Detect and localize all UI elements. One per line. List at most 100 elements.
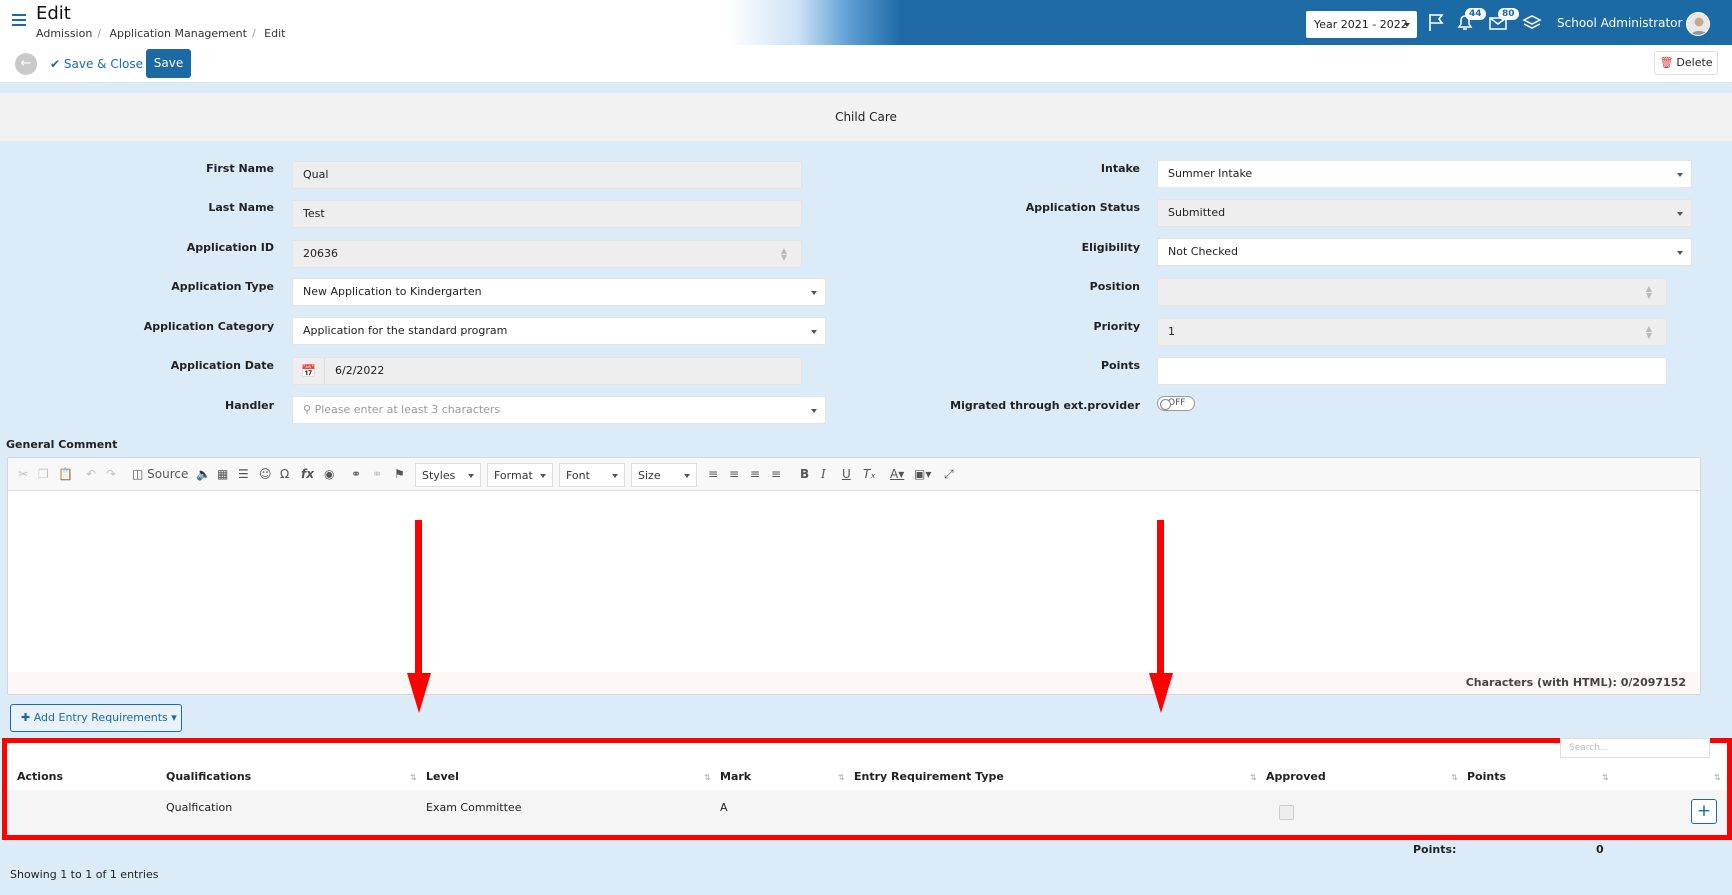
migrated-toggle[interactable]: OFF: [1157, 396, 1195, 411]
hamburger-menu-icon[interactable]: [12, 14, 26, 26]
points-label: Points: [1100, 359, 1140, 372]
points-total-label: Points:: [1413, 843, 1457, 856]
clear-format-icon[interactable]: Tₓ: [863, 467, 876, 481]
envelope-icon[interactable]: 80: [1488, 8, 1519, 32]
column-header-actions[interactable]: Actions: [17, 770, 63, 783]
spinner-icon[interactable]: ▲ ▼: [1646, 325, 1652, 340]
add-entry-requirements-button[interactable]: ✚ Add Entry Requirements ▾: [10, 704, 182, 732]
link-icon[interactable]: ⚭: [351, 467, 361, 481]
styles-select[interactable]: Styles: [415, 463, 481, 487]
first-name-field[interactable]: Qual: [292, 161, 802, 189]
points-field[interactable]: [1157, 357, 1667, 385]
size-label: Size: [638, 469, 661, 482]
cell-level: Exam Committee: [426, 801, 522, 814]
styles-label: Styles: [422, 469, 456, 482]
application-type-select[interactable]: New Application to Kindergarten: [292, 278, 826, 306]
maximize-icon[interactable]: ⤢: [944, 467, 954, 482]
undo-icon[interactable]: ↶: [86, 467, 96, 481]
user-menu[interactable]: School Administrator: [1557, 16, 1693, 30]
eligibility-select[interactable]: Not Checked: [1157, 238, 1692, 266]
action-toolbar: ← ✔ Save & Close Save 🗑 Delete: [0, 45, 1732, 83]
text-color-icon[interactable]: A▾: [890, 467, 904, 481]
table-search-input[interactable]: Search...: [1560, 738, 1710, 758]
points-total-value: 0: [1596, 843, 1604, 856]
application-id-field[interactable]: 20636 ▲ ▼: [292, 240, 802, 268]
speaker-icon[interactable]: 🔈: [196, 467, 211, 481]
column-header-qualifications[interactable]: Qualifications: [166, 770, 251, 783]
redo-icon[interactable]: ↷: [106, 467, 116, 481]
save-button[interactable]: Save: [146, 49, 191, 78]
column-header-level[interactable]: Level: [426, 770, 459, 783]
italic-icon[interactable]: I: [821, 467, 826, 481]
globe-icon[interactable]: ◉: [324, 467, 334, 481]
column-header-entry-requirement-type[interactable]: Entry Requirement Type: [854, 770, 1004, 783]
underline-icon[interactable]: U: [842, 467, 851, 481]
font-select[interactable]: Font: [559, 463, 625, 487]
calendar-icon[interactable]: 📅: [293, 358, 325, 384]
priority-field[interactable]: 1 ▲ ▼: [1157, 318, 1667, 346]
sort-icon[interactable]: ⇅: [1714, 773, 1721, 782]
bell-icon[interactable]: 44: [1455, 8, 1486, 32]
handler-placeholder: Please enter at least 3 characters: [314, 403, 501, 416]
omega-icon[interactable]: Ω: [280, 467, 289, 481]
flag-icon[interactable]: [1427, 12, 1449, 32]
breadcrumb-admission[interactable]: Admission: [36, 27, 92, 40]
spinner-icon[interactable]: ▲ ▼: [781, 247, 787, 262]
breadcrumb-edit: Edit: [264, 27, 286, 40]
table-icon[interactable]: ▦: [217, 467, 228, 481]
sort-icon[interactable]: ⇅: [1451, 773, 1458, 782]
anchor-flag-icon[interactable]: ⚑: [394, 467, 405, 481]
application-date-field[interactable]: 📅 6/2/2022: [292, 357, 802, 385]
align-justify-icon[interactable]: ≡: [771, 467, 781, 481]
add-row-button[interactable]: +: [1691, 799, 1717, 824]
source-icon: ◫: [132, 467, 144, 481]
sort-icon[interactable]: ⇅: [1602, 773, 1609, 782]
layers-icon[interactable]: [1522, 12, 1544, 32]
approved-checkbox[interactable]: [1279, 805, 1294, 820]
align-right-icon[interactable]: ≡: [750, 467, 760, 481]
position-field[interactable]: ▲ ▼: [1157, 278, 1667, 306]
handler-select[interactable]: ⚲ Please enter at least 3 characters: [292, 396, 826, 424]
sort-icon[interactable]: ⇅: [1250, 773, 1257, 782]
align-center-icon[interactable]: ≡: [729, 467, 739, 481]
app-header: Edit Admission / Application Management / …: [0, 0, 1732, 45]
column-header-mark[interactable]: Mark: [720, 770, 751, 783]
spinner-icon[interactable]: ▲ ▼: [1646, 285, 1652, 300]
application-status-value: Submitted: [1168, 206, 1226, 219]
back-button[interactable]: ←: [15, 53, 37, 75]
application-status-select[interactable]: Submitted: [1157, 199, 1692, 227]
sort-icon[interactable]: ⇅: [410, 773, 417, 782]
sort-icon[interactable]: ⇅: [704, 773, 711, 782]
priority-value: 1: [1168, 325, 1175, 338]
function-icon[interactable]: fx: [301, 467, 314, 481]
source-label: Source: [147, 467, 189, 481]
breadcrumb-application-management[interactable]: Application Management: [110, 27, 247, 40]
sort-icon[interactable]: ⇅: [838, 773, 845, 782]
last-name-field[interactable]: Test: [292, 200, 802, 228]
cut-icon[interactable]: ✂: [18, 467, 28, 481]
year-select[interactable]: Year 2021 - 2022: [1306, 11, 1417, 38]
annotation-arrow-right: [1157, 520, 1164, 678]
horizontal-line-icon[interactable]: ☰: [238, 467, 249, 481]
smiley-icon[interactable]: ☺: [259, 467, 272, 481]
source-button[interactable]: ◫ Source: [132, 467, 188, 481]
background-color-icon[interactable]: ▣▾: [914, 467, 931, 481]
column-header-approved[interactable]: Approved: [1266, 770, 1326, 783]
intake-select[interactable]: Summer Intake: [1157, 160, 1692, 188]
delete-button[interactable]: 🗑 Delete: [1654, 51, 1718, 75]
size-select[interactable]: Size: [631, 463, 697, 487]
bold-icon[interactable]: B: [800, 467, 809, 481]
paste-icon[interactable]: 📋: [58, 467, 73, 481]
unlink-icon[interactable]: ⚭: [372, 467, 382, 481]
copy-icon[interactable]: ❐: [38, 467, 49, 481]
priority-label: Priority: [1093, 320, 1140, 333]
rich-text-editor[interactable]: ✂ ❐ 📋 ↶ ↷ ◫ Source 🔈 ▦ ☰ ☺ Ω fx ◉ ⚭ ⚭ ⚑ …: [7, 457, 1701, 695]
annotation-arrow-right-head: [1149, 673, 1173, 713]
application-category-select[interactable]: Application for the standard program: [292, 317, 826, 345]
application-type-label: Application Type: [171, 280, 274, 293]
save-close-button[interactable]: ✔ Save & Close: [50, 57, 143, 71]
align-left-icon[interactable]: ≡: [708, 467, 718, 481]
avatar[interactable]: [1686, 12, 1710, 36]
column-header-points[interactable]: Points: [1467, 770, 1506, 783]
format-select[interactable]: Format: [487, 463, 553, 487]
